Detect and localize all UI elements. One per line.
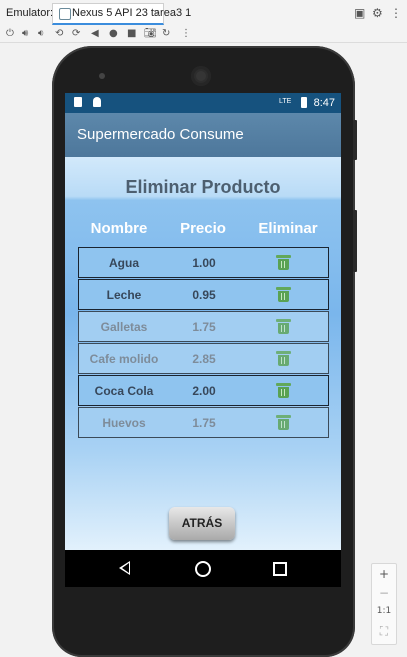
nav-home-icon[interactable] <box>195 561 211 577</box>
device-icon <box>59 8 71 20</box>
more-icon[interactable]: ⋮ <box>181 27 191 41</box>
tab-close-icon[interactable]: × <box>153 6 160 20</box>
product-name: Leche <box>106 288 142 302</box>
product-name: Huevos <box>102 416 146 430</box>
zoom-controls: + − 1:1 ⛶ <box>371 563 397 645</box>
phone-volume-button[interactable] <box>353 210 357 272</box>
product-price: 1.00 <box>192 256 216 270</box>
zoom-ratio-button[interactable]: 1:1 <box>372 606 396 616</box>
android-nav-bar <box>65 550 341 587</box>
table-row: Coca Cola 2.00 <box>78 375 329 406</box>
product-name: Cafe molido <box>89 352 159 366</box>
page-title: Eliminar Producto <box>125 177 281 197</box>
column-header-precio: Precio <box>180 220 226 237</box>
window-layout-icon[interactable]: ▣ <box>354 6 365 20</box>
phone-power-button[interactable] <box>353 120 357 160</box>
emulator-tab-label: Nexus 5 API 23 tarea3 1 <box>72 7 192 19</box>
network-label: LTE <box>279 98 292 105</box>
column-header-nombre: Nombre <box>90 220 148 237</box>
emulator-toolbar: ⏻ 🔊︎ 🔉︎ ⟲ ⟳ ◀ ● ■ 📷︎ ↻ ⋮ <box>0 26 407 43</box>
gear-icon[interactable]: ⚙ <box>372 6 383 20</box>
rotate-right-icon[interactable]: ⟳ <box>72 27 80 41</box>
emulator-titlebar: Emulator: Nexus 5 API 23 tarea3 1 × ▣ ⚙ … <box>0 0 407 27</box>
zoom-fit-icon[interactable]: ⛶ <box>372 624 396 639</box>
zoom-in-button[interactable]: + <box>372 567 396 581</box>
table-row: Agua 1.00 <box>78 247 329 278</box>
product-name: Agua <box>109 256 139 270</box>
table-row: Huevos 1.75 <box>78 407 329 438</box>
earpiece-speaker <box>191 66 211 86</box>
product-price: 1.75 <box>192 416 216 430</box>
column-header-eliminar: Eliminar <box>258 220 318 237</box>
status-time: 8:47 <box>313 97 335 109</box>
product-price: 0.95 <box>192 288 216 302</box>
volume-down-icon[interactable]: 🔉︎ <box>38 27 44 41</box>
trash-icon[interactable] <box>276 415 291 430</box>
trash-icon[interactable] <box>276 351 291 366</box>
main-content: Eliminar Producto Nombre Precio Eliminar… <box>65 157 341 550</box>
trash-icon[interactable] <box>276 287 291 302</box>
rotate-left-icon[interactable]: ⟲ <box>55 27 63 41</box>
table-row: Leche 0.95 <box>78 279 329 310</box>
zoom-out-button[interactable]: − <box>372 586 396 600</box>
replay-icon[interactable]: ↻ <box>162 27 170 41</box>
phone-screen: LTE 8:47 Supermercado Consume Eliminar P… <box>65 93 341 587</box>
nav-recents-icon[interactable] <box>273 562 287 576</box>
trash-icon[interactable] <box>276 383 291 398</box>
android-icon <box>93 97 101 107</box>
nav-back-icon[interactable] <box>119 561 130 575</box>
power-icon[interactable]: ⏻ <box>6 27 14 41</box>
back-button[interactable]: ATRÁS <box>169 507 235 540</box>
product-price: 2.85 <box>192 352 216 366</box>
table-row: Galletas 1.75 <box>78 311 329 342</box>
product-name: Galletas <box>100 320 148 334</box>
home-icon[interactable]: ● <box>109 27 118 41</box>
product-price: 2.00 <box>192 384 216 398</box>
camera-icon[interactable]: 📷︎ <box>144 27 157 41</box>
app-title: Supermercado Consume <box>77 126 244 143</box>
product-name: Coca Cola <box>94 384 154 398</box>
table-row: Cafe molido 2.85 <box>78 343 329 374</box>
volume-up-icon[interactable]: 🔊︎ <box>22 27 28 41</box>
sd-card-icon <box>74 97 82 107</box>
app-bar: Supermercado Consume <box>65 113 341 157</box>
emulator-label: Emulator: <box>6 7 54 19</box>
front-camera <box>99 73 105 79</box>
overflow-menu-icon[interactable]: ⋮ <box>390 6 402 20</box>
trash-icon[interactable] <box>276 255 291 270</box>
battery-icon <box>301 97 307 108</box>
trash-icon[interactable] <box>276 319 291 334</box>
product-price: 1.75 <box>192 320 216 334</box>
overview-icon[interactable]: ■ <box>127 27 136 41</box>
emulator-device-tab[interactable]: Nexus 5 API 23 tarea3 1 × <box>52 3 191 25</box>
status-bar: LTE 8:47 <box>65 93 341 113</box>
back-icon[interactable]: ◀ <box>91 27 99 41</box>
